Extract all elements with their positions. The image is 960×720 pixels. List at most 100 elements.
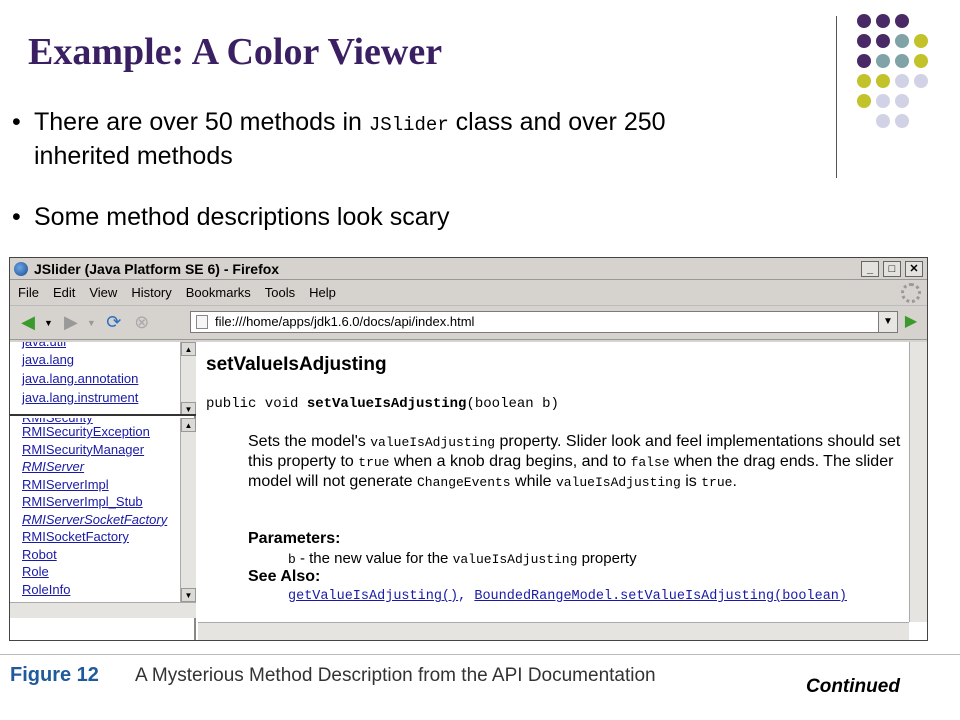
desc-code: true <box>701 475 733 490</box>
decorative-dot <box>857 34 871 48</box>
package-list-frame: java.util ▲ ▼ java.lang java.lang.annotat… <box>10 342 196 416</box>
throbber-icon <box>901 283 921 303</box>
scroll-up-icon[interactable]: ▲ <box>181 418 196 432</box>
reload-button[interactable]: ⟳ <box>102 311 126 335</box>
class-link[interactable]: Role <box>22 564 49 579</box>
detail-vscrollbar[interactable] <box>909 342 927 622</box>
page-content: java.util ▲ ▼ java.lang java.lang.annotat… <box>10 342 927 640</box>
stop-button[interactable]: ⊗ <box>130 311 154 335</box>
decorative-dot <box>876 74 890 88</box>
see-link-boundedrangemodel[interactable]: BoundedRangeModel.setValueIsAdjusting(bo… <box>474 589 847 604</box>
forward-history-dropdown-icon[interactable]: ▼ <box>87 318 96 328</box>
slide-title: Example: A Color Viewer <box>28 31 443 73</box>
bullet1-line2: inherited methods <box>34 142 233 170</box>
firefox-icon <box>14 261 28 276</box>
firefox-window: JSlider (Java Platform SE 6) - Firefox _… <box>9 257 928 641</box>
param-name: b <box>288 552 296 567</box>
class-link[interactable]: RMIServer <box>22 459 84 474</box>
package-link[interactable]: java.lang.instrument <box>22 390 138 405</box>
decorative-dot <box>895 94 909 108</box>
scroll-down-icon[interactable]: ▼ <box>181 402 196 414</box>
decorative-dot <box>857 94 871 108</box>
figure-caption: A Mysterious Method Description from the… <box>135 665 656 686</box>
desc-code: ChangeEvents <box>416 475 511 490</box>
desc-text: is <box>680 473 702 490</box>
class-list-frame: RMISecurity ▲ ▼ RMISecurityExceptionRMIS… <box>10 418 196 618</box>
decorative-dot <box>895 74 909 88</box>
decorative-dot <box>895 54 909 68</box>
class-scrollbar[interactable]: ▲ ▼ <box>180 418 196 602</box>
url-dropdown-button[interactable]: ▼ <box>878 311 898 333</box>
class-link[interactable]: Robot <box>22 547 57 562</box>
maximize-button[interactable]: □ <box>883 261 901 277</box>
url-text: file:///home/apps/jdk1.6.0/docs/api/inde… <box>215 314 475 329</box>
menu-item-tools[interactable]: Tools <box>265 285 295 300</box>
caption-rule <box>0 654 960 655</box>
class-detail-frame: setValueIsAdjusting public void setValue… <box>198 342 927 640</box>
go-button[interactable]: ▶ <box>900 311 922 333</box>
detail-hscrollbar[interactable] <box>198 622 909 640</box>
decorative-dot <box>895 114 909 128</box>
bullet-dot: • <box>12 108 21 136</box>
window-title: JSlider (Java Platform SE 6) - Firefox <box>34 260 280 277</box>
forward-button[interactable]: ▶ <box>59 311 83 335</box>
package-link[interactable]: java.lang.annotation <box>22 371 138 386</box>
continued-label: Continued <box>806 676 900 697</box>
class-link[interactable]: RMIServerImpl <box>22 477 109 492</box>
class-link[interactable]: RMISecurityManager <box>22 442 144 457</box>
bullet-dot: • <box>12 203 21 231</box>
page-icon <box>196 315 208 329</box>
class-link[interactable]: RMIServerImpl_Stub <box>22 494 143 509</box>
decorative-dot <box>857 54 871 68</box>
package-scrollbar[interactable]: ▲ ▼ <box>180 342 196 414</box>
package-link-clipped[interactable]: java.util <box>22 342 66 349</box>
url-bar[interactable]: file:///home/apps/jdk1.6.0/docs/api/inde… <box>190 311 880 333</box>
decorative-dot <box>876 114 890 128</box>
signature-name: setValueIsAdjusting <box>306 396 467 412</box>
decorative-dot <box>914 54 928 68</box>
menu-item-edit[interactable]: Edit <box>53 285 75 300</box>
param-text: property <box>577 550 637 567</box>
parameters-label: Parameters: <box>248 530 341 547</box>
decorative-dot <box>857 14 871 28</box>
decorative-dot <box>876 54 890 68</box>
class-link[interactable]: RMIServerSocketFactory <box>22 512 167 527</box>
decorative-dot-grid <box>857 14 928 128</box>
desc-text: . <box>732 473 737 490</box>
class-hscrollbar[interactable] <box>10 602 196 618</box>
param-code: valueIsAdjusting <box>452 552 578 567</box>
desc-text: while <box>510 473 556 490</box>
menu-item-help[interactable]: Help <box>309 285 336 300</box>
back-history-dropdown-icon[interactable]: ▼ <box>44 318 53 328</box>
decorative-dot <box>876 34 890 48</box>
menu-item-history[interactable]: History <box>131 285 171 300</box>
bullet1-code: JSlider <box>368 114 449 136</box>
menu-item-bookmarks[interactable]: Bookmarks <box>186 285 251 300</box>
menu-item-view[interactable]: View <box>89 285 117 300</box>
method-description: Sets the model's valueIsAdjusting proper… <box>248 432 908 492</box>
decorative-dot <box>857 74 871 88</box>
class-link[interactable]: RoleInfo <box>22 582 70 597</box>
see-link-getvalueisadjusting[interactable]: getValueIsAdjusting() <box>288 589 458 604</box>
desc-code: valueIsAdjusting <box>370 435 496 450</box>
desc-code: true <box>358 455 390 470</box>
method-signature: public void setValueIsAdjusting(boolean … <box>206 396 559 412</box>
decorative-dot <box>895 34 909 48</box>
minimize-button[interactable]: _ <box>861 261 879 277</box>
bullet2-text: Some method descriptions look scary <box>34 203 450 231</box>
decorative-dot <box>914 74 928 88</box>
see-also-label: See Also: <box>248 568 321 585</box>
back-button[interactable]: ◀ <box>16 311 40 335</box>
desc-text: when a knob drag begins, and to <box>389 453 631 470</box>
decorative-dot <box>876 14 890 28</box>
scroll-up-icon[interactable]: ▲ <box>181 342 196 356</box>
bullet1-text-post: class and over 250 <box>448 108 666 136</box>
class-link[interactable]: RMISocketFactory <box>22 529 129 544</box>
scroll-down-icon[interactable]: ▼ <box>181 588 196 602</box>
class-link[interactable]: RMISecurityException <box>22 424 150 439</box>
bullet-scary-descriptions: • Some method descriptions look scary <box>12 201 712 235</box>
desc-text: Sets the model's <box>248 433 371 450</box>
close-button[interactable]: ✕ <box>905 261 923 277</box>
menu-item-file[interactable]: File <box>18 285 39 300</box>
package-link[interactable]: java.lang <box>22 352 74 367</box>
